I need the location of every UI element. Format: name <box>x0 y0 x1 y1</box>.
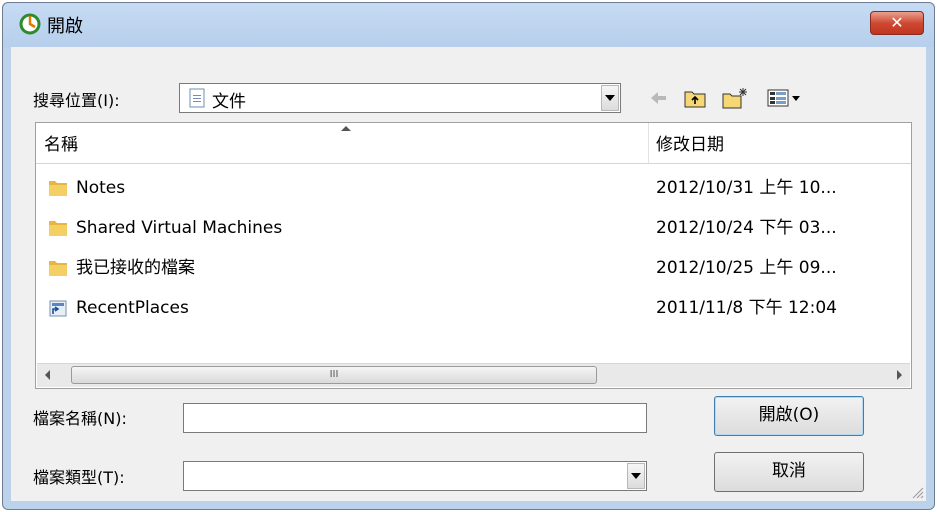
cancel-button[interactable]: 取消 <box>714 452 864 492</box>
dialog-body: 搜尋位置(I): 文件 名稱 修改日期 Notes 2012/10/31 上午 … <box>11 47 926 501</box>
app-icon <box>19 13 41 35</box>
scrollbar-thumb[interactable]: III <box>71 366 597 384</box>
window-title: 開啟 <box>47 16 83 37</box>
list-item[interactable]: Shared Virtual Machines 2012/10/24 下午 03… <box>36 208 911 248</box>
resize-grip-icon[interactable] <box>910 485 924 499</box>
new-folder-icon[interactable] <box>721 87 749 109</box>
look-in-dropdown[interactable]: 文件 <box>179 83 621 113</box>
item-name: Notes <box>76 178 126 198</box>
filename-input[interactable] <box>183 403 647 433</box>
item-name: 我已接收的檔案 <box>76 258 195 278</box>
view-menu-icon[interactable] <box>767 87 803 109</box>
title-bar[interactable]: 開啟 ✕ <box>3 3 934 47</box>
item-name: RecentPlaces <box>76 298 189 318</box>
list-item[interactable]: 我已接收的檔案 2012/10/25 上午 09... <box>36 248 911 288</box>
column-header-date[interactable]: 修改日期 <box>648 123 911 163</box>
close-icon: ✕ <box>890 13 904 32</box>
folder-icon <box>49 181 67 196</box>
back-arrow-icon[interactable] <box>647 87 669 109</box>
filetype-dropdown[interactable] <box>183 461 647 491</box>
scroll-left-icon[interactable] <box>45 370 50 380</box>
look-in-label: 搜尋位置(I): <box>33 91 120 110</box>
document-icon <box>189 88 205 108</box>
list-header: 名稱 修改日期 <box>36 123 911 164</box>
chevron-down-icon[interactable] <box>627 463 645 489</box>
sort-ascending-icon <box>341 126 351 131</box>
look-in-value: 文件 <box>212 92 246 112</box>
list-item[interactable]: RecentPlaces 2011/11/8 下午 12:04 <box>36 288 911 328</box>
open-button[interactable]: 開啟(O) <box>714 396 864 436</box>
item-date: 2011/11/8 下午 12:04 <box>656 298 837 318</box>
filename-label: 檔案名稱(N): <box>33 409 127 428</box>
item-date: 2012/10/31 上午 10... <box>656 178 837 198</box>
open-dialog: 開啟 ✕ 搜尋位置(I): 文件 名稱 修改日期 Notes 2012/10/3… <box>2 2 935 510</box>
scroll-right-icon[interactable] <box>897 370 902 380</box>
folder-icon <box>49 261 67 276</box>
close-button[interactable]: ✕ <box>870 11 924 35</box>
file-list[interactable]: 名稱 修改日期 Notes 2012/10/31 上午 10... Shared… <box>35 122 912 389</box>
folder-icon <box>49 221 67 236</box>
chevron-down-icon[interactable] <box>601 85 619 111</box>
shortcut-icon <box>49 300 67 317</box>
filetype-label: 檔案類型(T): <box>33 468 125 487</box>
horizontal-scrollbar[interactable]: III <box>37 363 910 387</box>
item-name: Shared Virtual Machines <box>76 218 283 238</box>
list-item[interactable]: Notes 2012/10/31 上午 10... <box>36 168 911 208</box>
up-folder-icon[interactable] <box>683 87 707 109</box>
item-date: 2012/10/24 下午 03... <box>656 218 837 238</box>
item-date: 2012/10/25 上午 09... <box>656 258 837 278</box>
